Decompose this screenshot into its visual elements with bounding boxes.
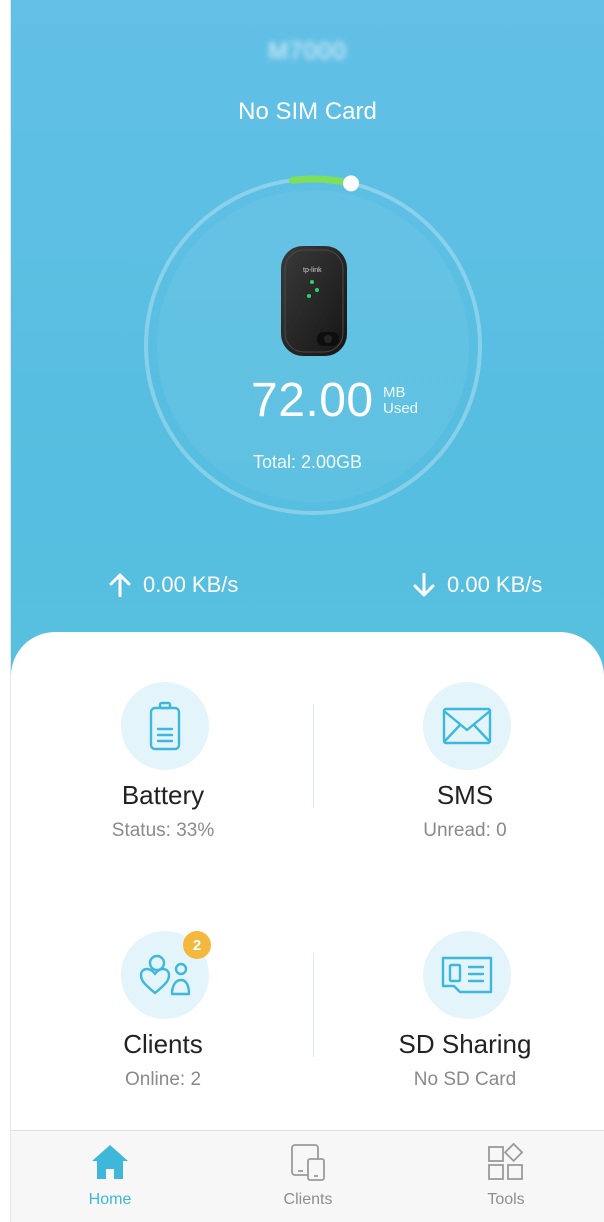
home-icon <box>92 1145 128 1179</box>
upload-speed-value: 0.00 KB/s <box>143 572 239 597</box>
sd-sharing-title: SD Sharing <box>398 1029 532 1059</box>
devices-icon <box>291 1144 325 1181</box>
sms-unread: Unread: 0 <box>423 820 507 841</box>
app-frame: M7000 No SIM Card tp-link 72.00 MB Used … <box>0 0 604 1222</box>
battery-icon-circle <box>121 682 209 770</box>
sim-status: No SIM Card <box>238 98 377 125</box>
tab-clients[interactable]: Clients <box>209 1131 407 1222</box>
clients-online: Online: 2 <box>124 1069 202 1090</box>
used-data-unit: MB Used <box>383 385 418 417</box>
used-unit-label: MB <box>383 384 406 401</box>
battery-title: Battery <box>121 780 205 810</box>
tools-icon <box>488 1143 524 1180</box>
status-header: M7000 No SIM Card tp-link 72.00 MB Used … <box>11 0 604 680</box>
used-caption: Used <box>383 400 419 417</box>
sms-icon-circle <box>423 682 511 770</box>
sd-card-icon <box>441 956 493 994</box>
svg-text:tp-link: tp-link <box>303 267 322 274</box>
arrow-up-icon <box>109 573 131 597</box>
router-image: tp-link <box>279 244 349 358</box>
tab-home-label: Home <box>88 1191 132 1208</box>
feature-card: Battery Status: 33% SMS Unread: 0 2 Clie… <box>11 632 604 1130</box>
battery-status: Status: 33% <box>111 820 215 841</box>
bottom-tab-bar: Home Clients Tools <box>11 1130 604 1222</box>
envelope-icon <box>442 707 492 745</box>
upload-speed: 0.00 KB/s <box>109 570 238 600</box>
gauge-used-arc <box>289 175 355 187</box>
sms-title: SMS <box>436 780 494 810</box>
tab-home[interactable]: Home <box>11 1131 209 1222</box>
total-data-label: Total: 2.00GB <box>252 452 363 472</box>
home-screen: M7000 No SIM Card tp-link 72.00 MB Used … <box>11 0 604 1222</box>
sd-icon-circle <box>423 931 511 1019</box>
battery-tile[interactable]: Battery Status: 33% <box>15 632 311 872</box>
sd-card-status: No SD Card <box>413 1069 517 1090</box>
download-speed: 0.00 KB/s <box>413 570 542 600</box>
arrow-down-icon <box>413 573 435 597</box>
clients-tile[interactable]: 2 Clients Online: 2 <box>15 881 311 1121</box>
usage-readout: 72.00 MB Used <box>11 373 604 433</box>
tab-tools-label: Tools <box>487 1191 525 1208</box>
tab-clients-label: Clients <box>283 1191 333 1208</box>
sd-sharing-tile[interactable]: SD Sharing No SD Card <box>317 881 604 1121</box>
tile-divider-top <box>313 704 314 808</box>
download-speed-value: 0.00 KB/s <box>447 572 543 597</box>
sms-tile[interactable]: SMS Unread: 0 <box>317 632 604 872</box>
device-name: M7000 <box>268 38 347 65</box>
tab-tools[interactable]: Tools <box>407 1131 604 1222</box>
clients-title: Clients <box>123 1029 203 1059</box>
gauge-knob <box>343 175 360 192</box>
battery-icon <box>149 701 181 751</box>
tile-divider-bottom <box>313 953 314 1057</box>
clients-icon <box>139 954 191 996</box>
clients-count-badge: 2 <box>183 931 211 959</box>
used-data-value: 72.00 <box>251 374 374 427</box>
